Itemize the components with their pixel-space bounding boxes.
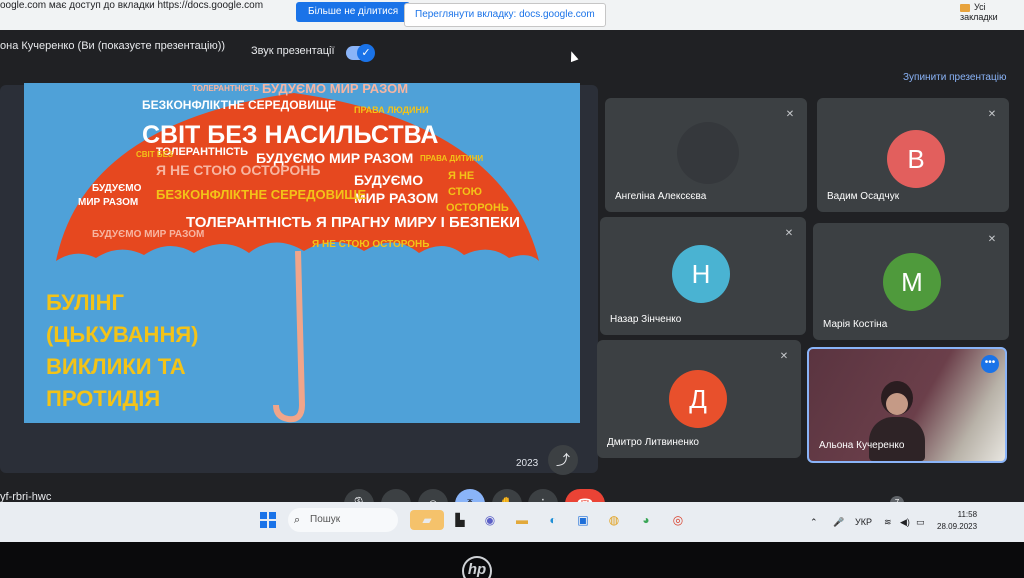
brand-logo: hp bbox=[462, 556, 492, 578]
taskbar-search[interactable]: ⌕ Пошук bbox=[288, 508, 398, 532]
umbrella-word: Я ПРАГНУ МИРУ І БЕЗПЕКИ bbox=[316, 214, 520, 231]
chrome-icon[interactable]: ◎ bbox=[668, 510, 688, 530]
avatar: М bbox=[883, 253, 941, 311]
search-icon: ⌕ bbox=[294, 514, 301, 526]
mic-off-icon: ✕ bbox=[785, 109, 795, 120]
presentation-slide: ТОЛЕРАНТНІСТЬ БУДУЄМО МИР РАЗОМ БЕЗКОНФЛІК… bbox=[24, 83, 580, 423]
tab-sharing-bar: oogle.com має доступ до вкладки https://… bbox=[0, 0, 1024, 30]
laptop-bezel: hp bbox=[0, 542, 1024, 578]
stop-sharing-button[interactable]: Більше не ділитися bbox=[296, 2, 411, 22]
slide-title-line-4: ПРОТИДІЯ bbox=[46, 386, 161, 411]
umbrella-word: ОСТОРОНЬ bbox=[446, 202, 509, 214]
brand-logo-text: hp bbox=[467, 561, 487, 578]
umbrella-word: СТОЮ bbox=[448, 186, 482, 198]
avatar bbox=[677, 122, 739, 184]
avatar: Д bbox=[669, 370, 727, 428]
participant-tile[interactable]: ✕ Ангеліна Алексєєва bbox=[605, 98, 807, 212]
participant-name: Дмитро Литвиненко bbox=[607, 437, 699, 448]
file-explorer-icon[interactable]: ▬ bbox=[512, 510, 532, 530]
task-view-icon[interactable]: ▙ bbox=[450, 510, 470, 530]
windows-start-icon[interactable] bbox=[260, 512, 276, 528]
slide-title-line-1: БУЛІНГ bbox=[46, 290, 125, 315]
wifi-icon[interactable]: ≋ bbox=[884, 517, 892, 528]
presentation-sound-toggle[interactable]: ✓ bbox=[346, 44, 375, 62]
search-placeholder: Пошук bbox=[310, 514, 341, 525]
clock-time: 11:58 bbox=[957, 510, 978, 519]
widgets-icon[interactable]: ▰ bbox=[410, 510, 444, 530]
umbrella-word: ПРАВА ДИТИНИ bbox=[420, 154, 483, 163]
umbrella-word: Я НЕ СТОЮ ОСТОРОНЬ bbox=[156, 162, 320, 178]
umbrella-word: Я НЕ bbox=[448, 170, 474, 182]
mic-off-icon: ✕ bbox=[987, 109, 997, 120]
mouse-cursor-icon bbox=[567, 49, 579, 63]
umbrella-word: БЕЗКОНФЛІКТНЕ СЕРЕДОВИЩЕ bbox=[156, 187, 367, 202]
umbrella-word: СВІТ БЕЗ НАСИЛЬСТВА bbox=[142, 121, 438, 149]
umbrella-word: ПРАВА ЛЮДИНИ bbox=[354, 105, 428, 115]
language-indicator[interactable]: УКР bbox=[855, 517, 872, 527]
participant-name: Назар Зінченко bbox=[610, 314, 682, 325]
participant-tile[interactable]: Д ✕ Дмитро Литвиненко bbox=[597, 340, 801, 458]
store-icon[interactable]: ▣ bbox=[573, 510, 593, 530]
participant-tile[interactable]: В ✕ Вадим Осадчук bbox=[817, 98, 1009, 212]
app-icon[interactable]: ◍ bbox=[604, 510, 624, 530]
chevron-up-icon[interactable]: ⌃ bbox=[810, 517, 818, 528]
mic-off-icon: ✕ bbox=[784, 228, 794, 239]
clock-date: 28.09.2023 bbox=[937, 522, 978, 531]
sharing-notice: oogle.com має доступ до вкладки https://… bbox=[0, 0, 264, 11]
participant-name: Ангеліна Алексєєва bbox=[615, 191, 707, 202]
slide-title-line-3: ВИКЛИКИ ТА bbox=[46, 354, 186, 379]
umbrella-word: Я НЕ СТОЮ ОСТОРОНЬ bbox=[312, 239, 429, 250]
umbrella-word: БУДУЄМО bbox=[92, 183, 142, 194]
umbrella-word: МИР РАЗОМ bbox=[78, 197, 138, 208]
folder-icon bbox=[960, 3, 970, 12]
presentation-sound-label: Звук презентації bbox=[251, 45, 335, 57]
presenter-label: она Кучеренко (Ви (показуєте презентацію… bbox=[0, 40, 226, 52]
umbrella-handle bbox=[273, 250, 306, 423]
volume-icon[interactable]: ◀) bbox=[900, 517, 910, 528]
participant-tile[interactable]: М ✕ Марія Костіна bbox=[813, 223, 1009, 340]
avatar: Н bbox=[672, 245, 730, 303]
more-options-icon[interactable]: ••• bbox=[981, 355, 999, 373]
umbrella-word: СВІТ БЕЗ bbox=[136, 150, 173, 159]
switch-to-tab-button[interactable]: Переглянути вкладку: docs.google.com bbox=[404, 3, 606, 27]
windows-taskbar: ⌕ Пошук ▰ ▙ ◉ ▬ ◐ ▣ ◍ ◕ ◎ ⌃ 🎤 УКР ≋ ◀) ▭… bbox=[0, 502, 1024, 542]
umbrella-word: БЕЗКОНФЛІКТНЕ СЕРЕДОВИЩЕ bbox=[142, 98, 336, 112]
microphone-tray-icon[interactable]: 🎤 bbox=[833, 517, 844, 528]
participant-name: Марія Костіна bbox=[823, 319, 888, 330]
participant-tile[interactable]: Н ✕ Назар Зінченко bbox=[600, 217, 806, 335]
app-icon[interactable]: ◕ bbox=[636, 510, 656, 530]
umbrella-word: БУДУЄМО МИР РАЗОМ bbox=[92, 229, 204, 240]
umbrella-word: ТОЛЕРАНТНІСТЬ bbox=[192, 84, 259, 93]
participant-name: Вадим Осадчук bbox=[827, 191, 900, 202]
avatar: В bbox=[887, 130, 945, 188]
edge-icon[interactable]: ◐ bbox=[543, 510, 563, 530]
umbrella-word: МИР РАЗОМ bbox=[354, 190, 438, 206]
all-bookmarks[interactable]: Усі закладки bbox=[960, 2, 1024, 22]
teams-chat-icon[interactable]: ◉ bbox=[480, 510, 500, 530]
self-video-tile[interactable]: ••• Альона Кучеренко bbox=[807, 347, 1007, 463]
system-clock[interactable]: 11:58 28.09.2023 bbox=[937, 509, 977, 533]
umbrella-word: БУДУЄМО МИР РАЗОМ bbox=[262, 83, 408, 96]
stop-presenting-link[interactable]: Зупинити презентацію bbox=[903, 72, 1006, 83]
check-icon: ✓ bbox=[357, 44, 375, 62]
slide-title: БУЛІНГ (ЦЬКУВАННЯ) ВИКЛИКИ ТА ПРОТИДІЯ bbox=[46, 287, 246, 415]
meet-window: она Кучеренко (Ви (показуєте презентацію… bbox=[0, 30, 1024, 527]
umbrella-word: БУДУЄМО bbox=[354, 172, 423, 188]
umbrella-word: ТОЛЕРАНТНІСТЬ bbox=[186, 214, 312, 231]
mic-off-icon: ✕ bbox=[987, 234, 997, 245]
share-icon[interactable]: ⤴ bbox=[548, 445, 578, 475]
slide-year: 2023 bbox=[516, 458, 539, 469]
slide-title-line-2: (ЦЬКУВАННЯ) bbox=[46, 322, 199, 347]
participant-name: Альона Кучеренко bbox=[819, 440, 905, 451]
mic-off-icon: ✕ bbox=[779, 351, 789, 362]
battery-icon[interactable]: ▭ bbox=[916, 517, 925, 528]
